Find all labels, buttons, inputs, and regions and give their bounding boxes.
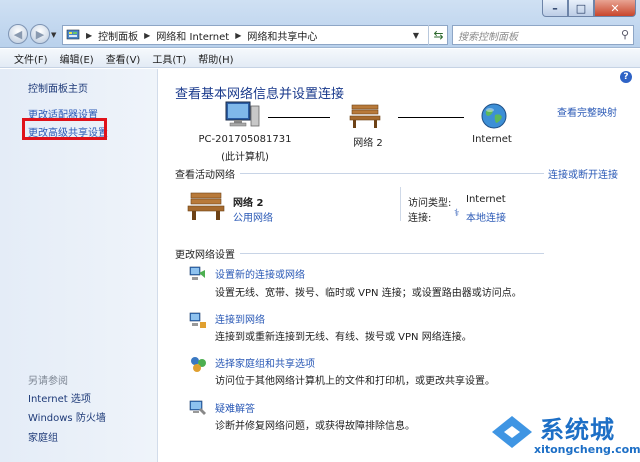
menu-tools[interactable]: 工具(T) [152,51,186,66]
local-connection-icon: ⚕ [454,208,460,219]
breadcrumb-separator-icon: ▶ [235,30,242,40]
breadcrumb-network-sharing-center[interactable]: 网络和共享中心 [244,28,320,43]
setup-new-connection-desc: 设置无线、宽带、拨号、临时或 VPN 连接；或设置路由器或访问点。 [215,288,522,299]
breadcrumb-control-panel[interactable]: 控制面板 [95,28,141,43]
connect-network-icon [189,312,206,328]
network-type-link[interactable]: 公用网络 [233,209,273,224]
troubleshoot-link[interactable]: 疑难解答 [215,400,255,415]
menu-help[interactable]: 帮助(H) [198,51,233,66]
active-networks-heading: 查看活动网络 [175,170,235,181]
window-chrome: – □ ✕ ◀ ▶ ▼ ▶ 控制面板 ▶ 网络和 Internet ▶ 网络和共… [0,0,640,48]
watermark-brand: 系统城 [540,416,615,444]
breadcrumb-separator-icon: ▶ [86,30,93,40]
search-placeholder: 搜索控制面板 [458,31,518,43]
access-type-value: Internet [466,194,506,205]
internet-label: Internet [472,134,512,145]
close-button[interactable]: ✕ [594,0,636,17]
vertical-divider [400,187,401,221]
refresh-button[interactable]: ⇆ [428,25,448,45]
view-full-map-link[interactable]: 查看完整映射 [557,104,617,119]
see-also-heading: 另请参阅 [28,376,68,387]
homegroup-link[interactable]: 家庭组 [28,429,58,444]
change-settings-heading: 更改网络设置 [175,250,235,261]
computer-name-label: PC-201705081731 [198,134,292,145]
connect-to-network-link[interactable]: 连接到网络 [215,311,265,326]
menu-file[interactable]: 文件(F) [14,51,48,66]
highlight-annotation-box [22,118,107,140]
connect-disconnect-link[interactable]: 连接或断开连接 [548,166,618,181]
network-bench-icon [349,104,381,128]
search-icon[interactable]: ⚲ [621,28,629,41]
section-divider [240,253,544,254]
internet-options-link[interactable]: Internet 选项 [28,390,91,405]
breadcrumb-network-internet[interactable]: 网络和 Internet [153,28,232,43]
connection-line [268,117,330,118]
access-type-label: 访问类型: [408,198,452,209]
internet-globe-icon [481,103,507,129]
homegroup-sharing-desc: 访问位于其他网络计算机上的文件和打印机，或更改共享设置。 [215,376,495,387]
new-connection-icon [189,266,205,280]
help-icon[interactable]: ? [620,71,632,83]
computer-icon [225,101,260,127]
homegroup-icon [191,357,206,372]
search-input[interactable]: 搜索控制面板 ⚲ [452,25,634,45]
breadcrumb-separator-icon: ▶ [144,30,151,40]
back-button[interactable]: ◀ [8,24,28,44]
forward-arrow-icon: ▶ [35,27,45,41]
troubleshoot-icon [189,400,206,415]
menu-view[interactable]: 查看(V) [106,51,141,66]
connection-label: 连接: [408,213,432,224]
local-connection-link[interactable]: 本地连接 [466,209,506,224]
network-name-label: 网络 2 [353,138,383,149]
menu-edit[interactable]: 编辑(E) [60,51,94,66]
left-pane: 控制面板主页 更改适配器设置 更改高级共享设置 另请参阅 Internet 选项… [0,69,158,462]
this-computer-label: (此计算机) [221,152,269,163]
troubleshoot-desc: 诊断并修复网络问题，或获得故障排除信息。 [215,421,415,432]
recent-pages-dropdown-icon[interactable]: ▼ [51,31,56,39]
network-bench-icon [187,192,225,220]
forward-button[interactable]: ▶ [30,24,50,44]
connect-to-network-desc: 连接到或重新连接到无线、有线、拨号或 VPN 网络连接。 [215,332,472,343]
watermark-url: xitongcheng.com [534,443,640,456]
window-controls: – □ ✕ [542,0,636,17]
setup-new-connection-link[interactable]: 设置新的连接或网络 [215,266,305,281]
active-network-name: 网络 2 [233,198,264,209]
windows-firewall-link[interactable]: Windows 防火墙 [28,409,106,424]
address-dropdown-icon[interactable]: ▼ [413,31,419,40]
control-panel-home-link[interactable]: 控制面板主页 [28,80,88,95]
connection-line [398,117,464,118]
maximize-button[interactable]: □ [568,0,594,17]
homegroup-sharing-link[interactable]: 选择家庭组和共享选项 [215,355,315,370]
address-bar[interactable]: ▶ 控制面板 ▶ 网络和 Internet ▶ 网络和共享中心 ▼ [62,25,448,45]
minimize-button[interactable]: – [542,0,568,17]
refresh-icon: ⇆ [433,28,444,42]
section-divider [240,173,544,174]
back-arrow-icon: ◀ [13,27,23,41]
control-panel-icon [63,28,83,42]
menu-bar: 文件(F) 编辑(E) 查看(V) 工具(T) 帮助(H) [0,49,640,68]
